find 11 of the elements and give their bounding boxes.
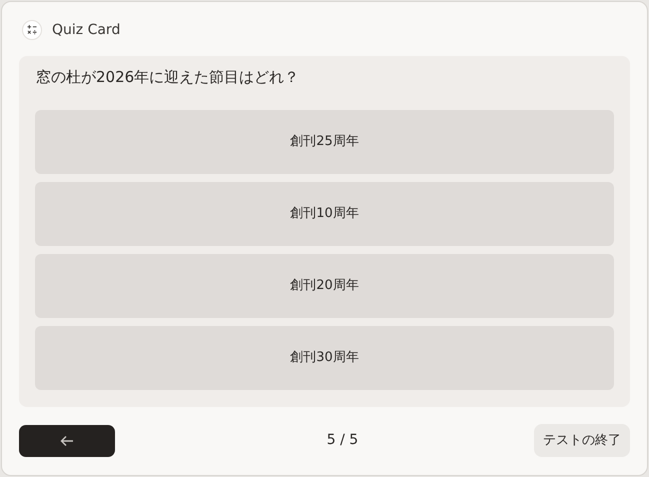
finish-button[interactable]: テストの終了 [534, 424, 630, 457]
back-button[interactable] [19, 424, 115, 456]
answer-option[interactable]: 創刊20周年 [35, 254, 614, 318]
math-operators-icon [22, 20, 42, 40]
answer-option[interactable]: 創刊25周年 [35, 110, 614, 174]
question-text: 窓の杜が2026年に迎えた節目はどれ？ [35, 67, 300, 88]
window-title: Quiz Card [52, 20, 120, 40]
answer-option[interactable]: 創刊30周年 [35, 326, 614, 390]
progress-text: 5 / 5 [326, 431, 358, 450]
arrow-left-icon [60, 434, 74, 446]
answer-option[interactable]: 創刊10周年 [35, 182, 614, 246]
